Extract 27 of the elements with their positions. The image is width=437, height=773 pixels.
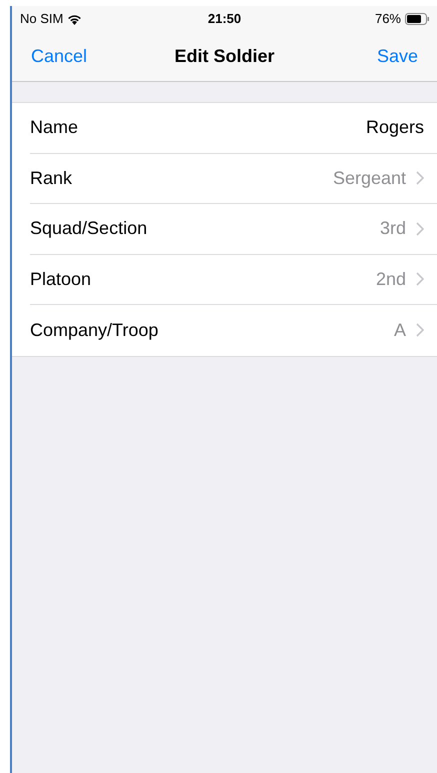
chevron-icon: [416, 323, 424, 338]
row-value: 3rd: [380, 217, 406, 240]
row-label: Name: [30, 116, 80, 140]
row-value: 2nd: [376, 268, 406, 291]
row-label: Squad/Section: [30, 217, 148, 240]
battery-icon: [405, 13, 429, 25]
row-label: Platoon: [30, 268, 92, 291]
save-button[interactable]: Save: [376, 43, 418, 70]
form-row[interactable]: Platoon 2nd: [12, 254, 437, 305]
clock: 21:50: [208, 10, 242, 28]
chevron-icon: [416, 272, 424, 286]
battery-percentage: 76%: [374, 10, 401, 28]
carrier-label: No SIM: [20, 10, 64, 28]
form-row[interactable]: Company/Troop A: [12, 305, 437, 356]
row-value: Rogers: [366, 116, 424, 140]
screen-title: Edit Soldier: [174, 45, 275, 68]
wifi-icon: [67, 14, 82, 24]
row-label: Rank: [30, 166, 74, 190]
row-label: Company/Troop: [30, 318, 160, 342]
chevron-icon: [416, 222, 424, 236]
form-row[interactable]: Rank Sergeant: [12, 154, 437, 204]
form-row[interactable]: Squad/Section 3rd: [12, 204, 437, 254]
row-value: A: [394, 318, 406, 342]
form-row[interactable]: Name Rogers: [12, 103, 437, 154]
row-value: Sergeant: [332, 166, 406, 190]
cancel-button[interactable]: Cancel: [31, 43, 88, 70]
chevron-icon: [416, 171, 424, 186]
